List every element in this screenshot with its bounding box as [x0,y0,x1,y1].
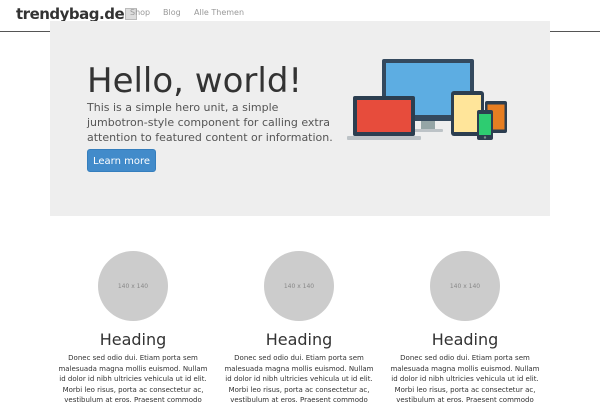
learn-more-button[interactable]: Learn more [87,149,156,172]
image-placeholder: 140 x 140 [430,251,500,321]
column-text: Donec sed odio dui. Etiam porta sem male… [224,354,374,404]
placeholder-label: 140 x 140 [117,282,149,290]
image-placeholder: 140 x 140 [264,251,334,321]
feature-column-2: 140 x 140 Heading Donec sed odio dui. Et… [224,251,374,406]
column-heading: Heading [99,330,167,349]
nav-link-blog[interactable]: Blog [163,8,181,17]
devices-illustration [347,59,507,140]
nav-link-shop[interactable]: Shop [130,8,150,17]
column-text: Donec sed odio dui. Etiam porta sem male… [58,354,208,404]
feature-column-3: 140 x 140 Heading Donec sed odio dui. Et… [390,251,540,406]
hero-title: Hello, world! [87,61,303,101]
hero-text: This is a simple hero unit, a simple jum… [87,101,333,144]
nav-link-alle-themen[interactable]: Alle Themen [194,8,244,17]
column-heading: Heading [265,330,333,349]
column-heading: Heading [431,330,499,349]
image-placeholder: 140 x 140 [98,251,168,321]
placeholder-label: 140 x 140 [283,282,315,290]
column-text: Donec sed odio dui. Etiam porta sem male… [390,354,540,404]
jumbotron: Hello, world! This is a simple hero unit… [50,21,550,216]
placeholder-label: 140 x 140 [449,282,481,290]
feature-column-1: 140 x 140 Heading Donec sed odio dui. Et… [58,251,208,406]
